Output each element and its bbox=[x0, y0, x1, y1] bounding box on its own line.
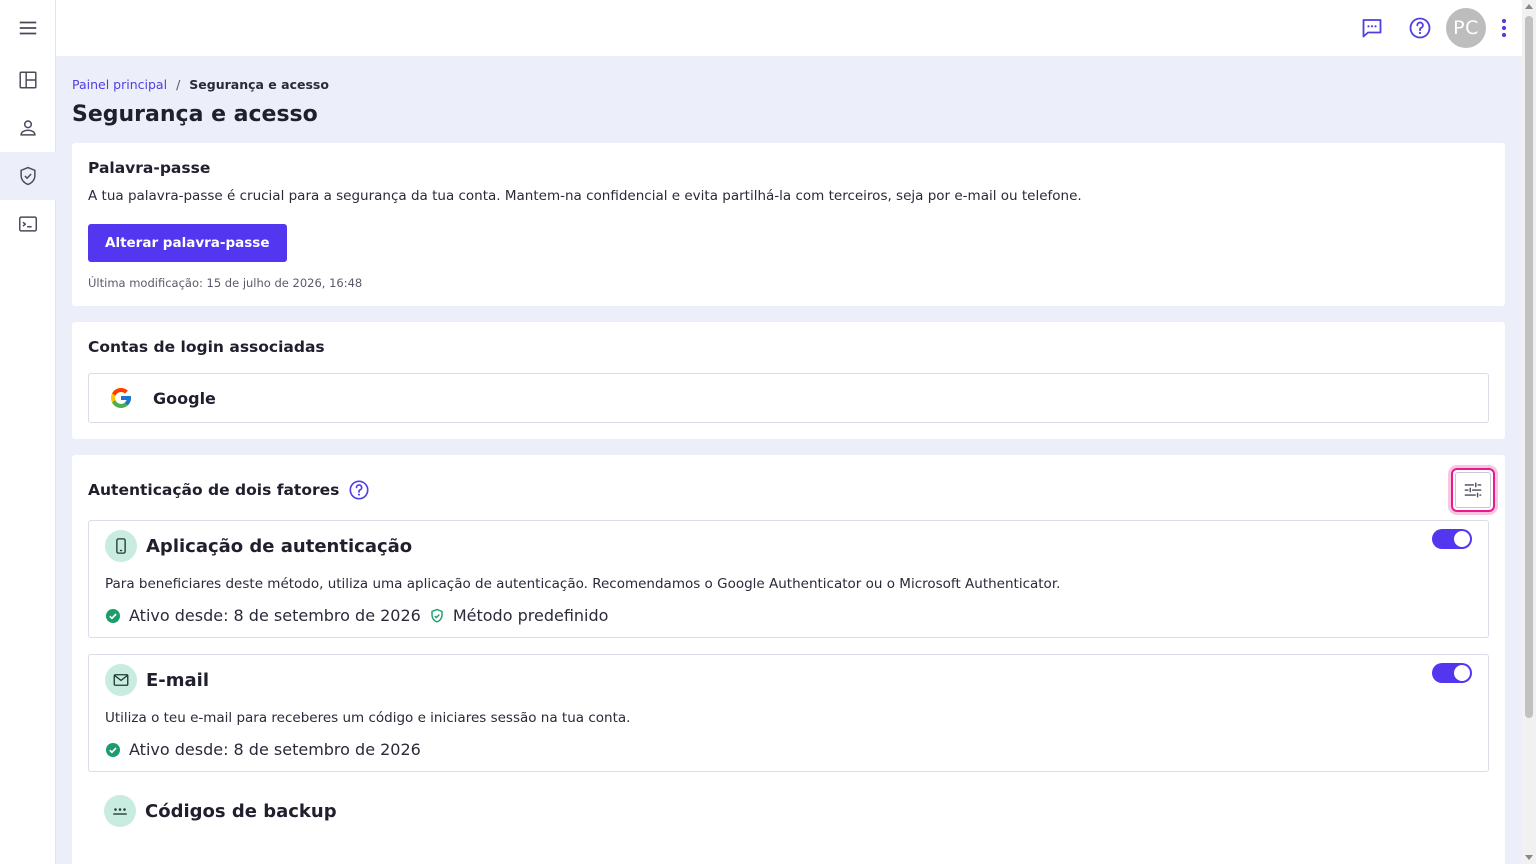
check-circle-icon bbox=[106, 608, 120, 623]
sidebar-item-security[interactable] bbox=[0, 152, 56, 200]
method-authenticator-app: Aplicação de autenticação Para beneficia… bbox=[88, 520, 1489, 638]
default-method-badge: Método predefinido bbox=[429, 606, 609, 625]
menu-button[interactable] bbox=[0, 0, 56, 56]
method-toggle-email[interactable] bbox=[1432, 663, 1472, 683]
breadcrumb-separator: / bbox=[176, 77, 181, 92]
breadcrumb-current: Segurança e acesso bbox=[189, 77, 329, 92]
password-dots-icon bbox=[113, 808, 127, 815]
method-name: Aplicação de autenticação bbox=[146, 535, 413, 557]
scrollbar[interactable] bbox=[1522, 0, 1536, 864]
method-status-text: Ativo desde: 8 de setembro de 2026 bbox=[129, 606, 421, 625]
two-factor-title: Autenticação de dois fatores bbox=[88, 481, 340, 499]
main-content: Painel principal / Segurança e acesso Se… bbox=[72, 56, 1505, 864]
method-icon-badge bbox=[105, 664, 137, 696]
method-icon-badge bbox=[104, 795, 136, 827]
scroll-down-arrow[interactable] bbox=[1525, 855, 1533, 860]
shield-check-icon bbox=[431, 608, 443, 623]
method-toggle-authenticator[interactable] bbox=[1432, 529, 1472, 549]
help-button[interactable] bbox=[1400, 8, 1440, 48]
linked-logins-title: Contas de login associadas bbox=[88, 338, 325, 356]
menu-icon bbox=[19, 21, 37, 35]
method-email: E-mail Utiliza o teu e-mail para receber… bbox=[88, 654, 1489, 772]
help-circle-icon bbox=[349, 480, 369, 500]
method-description: Utiliza o teu e-mail para receberes um c… bbox=[105, 710, 631, 726]
page-title: Segurança e acesso bbox=[72, 102, 318, 127]
breadcrumb-link-dashboard[interactable]: Painel principal bbox=[72, 77, 167, 92]
sidebar-item-dashboard[interactable] bbox=[0, 56, 56, 104]
more-options-button[interactable] bbox=[1492, 8, 1516, 48]
change-password-button[interactable]: Alterar palavra-passe bbox=[88, 224, 287, 262]
method-description: Para beneficiares deste método, utiliza … bbox=[105, 576, 1061, 592]
password-card: Palavra-passe A tua palavra-passe é cruc… bbox=[72, 143, 1505, 306]
scroll-up-arrow[interactable] bbox=[1525, 4, 1533, 9]
person-icon bbox=[20, 120, 36, 136]
method-name: Códigos de backup bbox=[145, 800, 337, 822]
password-description: A tua palavra-passe é crucial para a seg… bbox=[88, 188, 1082, 204]
linked-login-name: Google bbox=[153, 388, 216, 408]
method-name: E-mail bbox=[146, 669, 210, 691]
terminal-icon bbox=[19, 216, 37, 232]
help-circle-icon bbox=[1409, 17, 1431, 39]
feedback-icon bbox=[1362, 19, 1382, 38]
linked-login-google[interactable]: Google bbox=[88, 373, 1489, 423]
shield-check-icon bbox=[20, 166, 36, 186]
check-circle-icon bbox=[106, 742, 120, 757]
scroll-thumb[interactable] bbox=[1525, 16, 1533, 718]
top-bar: PC bbox=[56, 0, 1522, 56]
google-icon bbox=[111, 388, 131, 408]
tune-icon bbox=[1464, 482, 1482, 498]
smartphone-icon bbox=[116, 538, 126, 554]
dashboard-icon bbox=[19, 71, 37, 89]
linked-logins-card: Contas de login associadas Google bbox=[72, 322, 1505, 439]
sidebar-item-terminal[interactable] bbox=[0, 200, 56, 248]
two-factor-help-button[interactable] bbox=[348, 479, 370, 501]
method-status: Ativo desde: 8 de setembro de 2026 bbox=[105, 740, 1472, 759]
sidebar bbox=[0, 0, 56, 864]
default-method-label: Método predefinido bbox=[452, 606, 609, 625]
avatar[interactable]: PC bbox=[1446, 8, 1486, 48]
password-last-modified: Última modificação: 15 de julho de 2026,… bbox=[88, 276, 363, 290]
two-factor-settings-button[interactable] bbox=[1451, 468, 1495, 512]
method-status: Ativo desde: 8 de setembro de 2026 Métod… bbox=[105, 606, 1472, 625]
sidebar-item-profile[interactable] bbox=[0, 104, 56, 152]
method-status-text: Ativo desde: 8 de setembro de 2026 bbox=[129, 740, 421, 759]
method-backup-codes: Códigos de backup bbox=[88, 788, 1489, 838]
feedback-button[interactable] bbox=[1352, 8, 1392, 48]
method-icon-badge bbox=[105, 530, 137, 562]
breadcrumb: Painel principal / Segurança e acesso bbox=[72, 77, 1505, 92]
two-factor-card: Autenticação de dois fatores Aplicação d… bbox=[72, 455, 1505, 864]
mail-icon bbox=[113, 674, 129, 686]
more-vert-icon bbox=[1501, 18, 1507, 38]
password-title: Palavra-passe bbox=[88, 159, 211, 177]
